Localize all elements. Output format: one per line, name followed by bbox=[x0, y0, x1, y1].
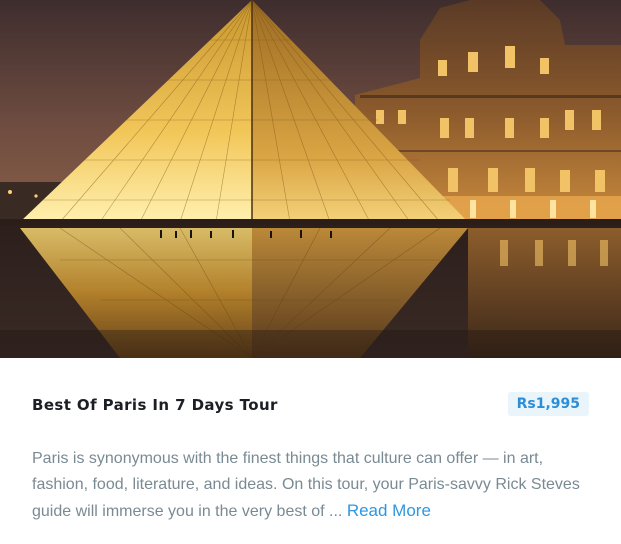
tour-hero-image[interactable] bbox=[0, 0, 621, 358]
card-body: Best Of Paris In 7 Days Tour Rs1,995 Par… bbox=[0, 358, 621, 544]
description-text: Paris is synonymous with the finest thin… bbox=[32, 450, 580, 520]
tour-card[interactable]: Best Of Paris In 7 Days Tour Rs1,995 Par… bbox=[0, 0, 621, 544]
price-badge: Rs1,995 bbox=[507, 392, 589, 416]
read-more-link[interactable]: Read More bbox=[347, 501, 431, 520]
tour-description: Paris is synonymous with the finest thin… bbox=[32, 446, 592, 525]
tour-title[interactable]: Best Of Paris In 7 Days Tour bbox=[32, 396, 278, 414]
